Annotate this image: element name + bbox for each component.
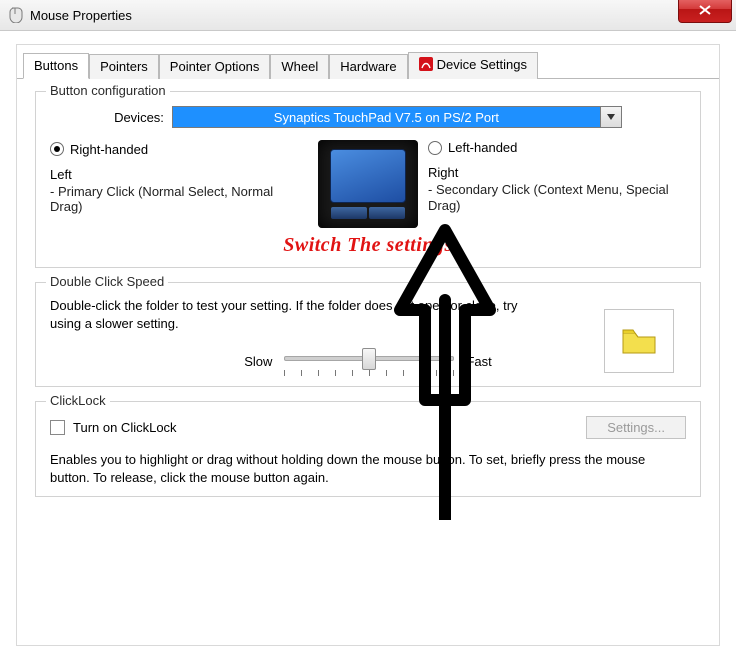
double-click-slider[interactable] (284, 346, 454, 376)
combo-arrow[interactable] (601, 106, 622, 128)
tab-pane-buttons: Button configuration Devices: Synaptics … (17, 79, 719, 523)
touchpad-buttons-icon (331, 207, 405, 219)
touchpad-illustration (318, 140, 418, 228)
checkbox-label: Turn on ClickLock (73, 420, 177, 435)
legend: Button configuration (46, 83, 170, 98)
titlebar: Mouse Properties (0, 0, 736, 31)
annotation-text: Switch The settings (50, 234, 686, 257)
window-title: Mouse Properties (30, 8, 132, 23)
handedness-row: Right-handed Left - Primary Click (Norma… (50, 140, 686, 228)
slider-thumb[interactable] (362, 348, 376, 370)
right-desc: - Secondary Click (Context Menu, Special… (428, 182, 686, 213)
left-column: Right-handed Left - Primary Click (Norma… (50, 140, 308, 215)
double-click-text: Double-click the folder to test your set… (50, 297, 550, 332)
tab-label: Pointers (100, 59, 148, 74)
close-icon (699, 5, 711, 15)
radio-left-handed[interactable]: Left-handed (428, 140, 517, 155)
devices-combobox[interactable]: Synaptics TouchPad V7.5 on PS/2 Port (172, 106, 622, 128)
tab-label: Buttons (34, 58, 78, 73)
close-button[interactable] (678, 0, 732, 23)
mouse-properties-window: Mouse Properties Buttons Pointers Pointe… (0, 0, 736, 656)
radio-right-handed[interactable]: Right-handed (50, 142, 148, 157)
radio-dot-icon (50, 142, 64, 156)
clicklock-description: Enables you to highlight or drag without… (50, 451, 686, 486)
slow-label: Slow (244, 354, 272, 369)
right-column: Left-handed Right - Secondary Click (Con… (428, 140, 686, 213)
double-click-test-folder[interactable] (604, 309, 674, 373)
clicklock-checkbox[interactable]: Turn on ClickLock (50, 420, 177, 435)
devices-label: Devices: (114, 110, 164, 125)
radio-label: Left-handed (448, 140, 517, 155)
slider-ticks (284, 370, 454, 376)
tab-wheel[interactable]: Wheel (270, 54, 329, 79)
right-title: Right (428, 165, 686, 180)
clicklock-settings-button: Settings... (586, 416, 686, 439)
tab-buttons[interactable]: Buttons (23, 53, 89, 79)
left-desc: - Primary Click (Normal Select, Normal D… (50, 184, 308, 215)
mouse-icon (6, 6, 24, 24)
checkbox-icon (50, 420, 65, 435)
devices-row: Devices: Synaptics TouchPad V7.5 on PS/2… (50, 106, 686, 128)
legend: ClickLock (46, 393, 110, 408)
fast-label: Fast (466, 354, 491, 369)
group-clicklock: ClickLock Turn on ClickLock Settings... … (35, 401, 701, 497)
radio-label: Right-handed (70, 142, 148, 157)
tab-device-settings[interactable]: Device Settings (408, 52, 538, 79)
group-double-click-speed: Double Click Speed Double-click the fold… (35, 282, 701, 387)
radio-dot-icon (428, 141, 442, 155)
folder-icon (621, 327, 657, 355)
tab-label: Hardware (340, 59, 396, 74)
tab-label: Wheel (281, 59, 318, 74)
chevron-down-icon (607, 114, 615, 120)
tab-hardware[interactable]: Hardware (329, 54, 407, 79)
tab-pointers[interactable]: Pointers (89, 54, 159, 79)
tab-label: Device Settings (437, 57, 527, 72)
group-button-configuration: Button configuration Devices: Synaptics … (35, 91, 701, 268)
left-title: Left (50, 167, 308, 182)
tab-label: Pointer Options (170, 59, 260, 74)
devices-selected: Synaptics TouchPad V7.5 on PS/2 Port (172, 106, 601, 128)
touchpad-surface-icon (330, 149, 406, 203)
synaptics-icon (419, 57, 433, 74)
legend: Double Click Speed (46, 274, 168, 289)
dialog-client: Buttons Pointers Pointer Options Wheel H… (16, 44, 720, 646)
tab-pointer-options[interactable]: Pointer Options (159, 54, 271, 79)
tab-strip: Buttons Pointers Pointer Options Wheel H… (17, 45, 719, 79)
